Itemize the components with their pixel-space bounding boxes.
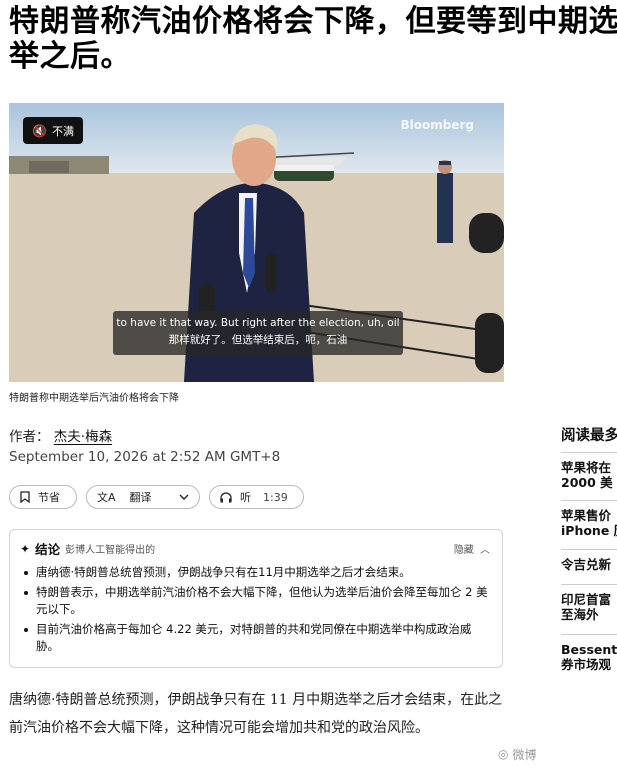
takeaways-toggle-label: 隐藏 [453, 545, 474, 556]
video-caption: 特朗普称中期选举后汽油价格将会下降 [9, 393, 179, 404]
most-read-line: iPhone 历 [561, 523, 617, 538]
translate-icon: 文A [97, 491, 116, 504]
takeaways-panel: ✦ 结论 彭博人工智能得出的 隐藏 ︿ 唐纳德·特朗普总统曾预测，伊朗战争只有在… [9, 529, 503, 668]
most-read-line: 苹果将在 [561, 460, 612, 475]
weibo-logo-icon: ◎ [498, 747, 509, 761]
author-prefix: 作者： [9, 429, 50, 445]
article-body: 唐纳德·特朗普总统预测，伊朗战争只有在 11 月中期选举之后才会结束，在此之前汽… [9, 692, 503, 736]
weibo-watermark: ◎ 微博 [498, 744, 613, 764]
divider [561, 452, 617, 453]
listen-label: 听 [240, 491, 251, 504]
takeaways-title: 结论 [35, 542, 61, 557]
publish-date: September 10, 2026 at 2:52 AM GMT+8 [9, 449, 281, 465]
bookmark-icon [20, 491, 30, 503]
most-read-item[interactable]: 印尼首富 至海外 [561, 592, 611, 622]
most-read-item[interactable]: Bessent 券市场观 [561, 642, 617, 672]
divider [561, 549, 617, 550]
headphones-icon [220, 491, 232, 502]
most-read-line: 印尼首富 [561, 592, 612, 607]
listen-duration: 1:39 [263, 490, 288, 504]
video-player[interactable]: 🔇 不满 Bloomberg to have it that way. But … [9, 103, 504, 382]
translate-button[interactable]: 文A 翻译 [86, 485, 200, 509]
bloomberg-logo: Bloomberg [400, 118, 475, 132]
subtitle-english: to have it that way. But right after the… [116, 317, 400, 329]
divider [561, 634, 617, 635]
sparkle-icon: ✦ [20, 541, 31, 556]
speaker-muted-icon: 🔇 [32, 123, 47, 138]
mute-button[interactable]: 🔇 不满 [23, 117, 83, 144]
author-link[interactable]: 杰夫·梅森 [54, 429, 112, 445]
byline: 作者： 杰夫·梅森 [9, 425, 112, 445]
watermark-label: 微博 [512, 747, 537, 762]
listen-button[interactable]: 听 1:39 [209, 485, 304, 509]
takeaway-item: 目前汽油价格高于每加仑 4.22 美元，对特朗普的共和党同僚在中期选举中构成政治… [22, 621, 492, 655]
most-read-line: 券市场观 [561, 657, 612, 672]
bookmark-label: 节省 [38, 491, 60, 504]
most-read-item[interactable]: 苹果售价 iPhone 历 [561, 508, 617, 538]
takeaways-header: ✦ 结论 彭博人工智能得出的 [20, 539, 155, 558]
subtitle-chinese: 那样就好了。但选举结束后，呃，石油 [168, 334, 348, 346]
mute-label: 不满 [51, 124, 74, 138]
most-read-line: Bessent [561, 642, 617, 657]
takeaways-source: 彭博人工智能得出的 [65, 545, 156, 556]
most-read-item[interactable]: 苹果将在 2000 美 [561, 460, 613, 490]
takeaways-list: 唐纳德·特朗普总统曾预测，伊朗战争只有在11月中期选举之后才会结束。 特朗普表示… [22, 564, 492, 658]
chevron-up-icon: ︿ [480, 545, 490, 556]
article-headline: 特朗普称汽油价格将会下降，但要等到中期选举之后。 [9, 4, 617, 74]
bookmark-button[interactable]: 节省 [9, 485, 77, 509]
divider [561, 584, 617, 585]
most-read-item[interactable]: 令吉兑新 [561, 557, 611, 572]
most-read-title: 阅读最多 [561, 428, 617, 444]
most-read-line: 令吉兑新 [561, 557, 612, 572]
takeaway-item: 唐纳德·特朗普总统曾预测，伊朗战争只有在11月中期选举之后才会结束。 [22, 564, 492, 581]
video-subtitles: to have it that way. But right after the… [113, 311, 403, 355]
most-read-line: 苹果售价 [561, 508, 612, 523]
chevron-down-icon [179, 494, 189, 500]
takeaways-toggle[interactable]: 隐藏 ︿ [454, 541, 490, 556]
most-read-line: 2000 美 [561, 475, 613, 490]
translate-label: 翻译 [129, 491, 152, 504]
most-read-line: 至海外 [561, 607, 599, 622]
divider [561, 500, 617, 501]
takeaway-item: 特朗普表示，中期选举前汽油价格不会大幅下降，但他认为选举后油价会降至每加仑 2 … [22, 584, 492, 618]
